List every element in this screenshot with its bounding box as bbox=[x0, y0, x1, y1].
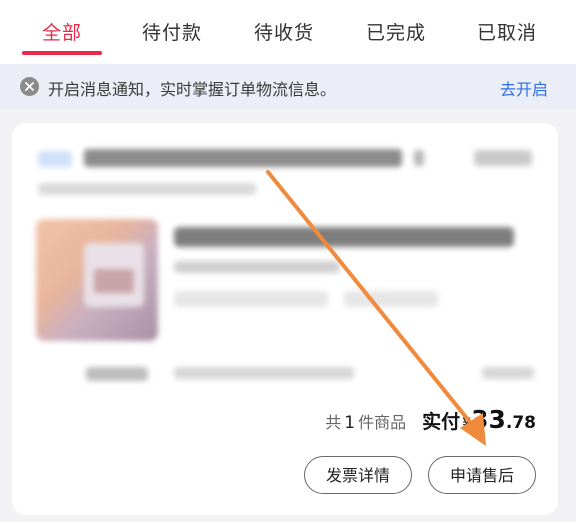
order-card[interactable]: 共 1 件商品 实付 ¥ 33 .78 发票详情 申请售后 bbox=[12, 123, 558, 515]
currency-symbol: ¥ bbox=[462, 416, 472, 432]
count-suffix: 件商品 bbox=[358, 413, 407, 432]
tab-cancelled[interactable]: 已取消 bbox=[477, 18, 537, 45]
product-tag-blurred-2 bbox=[344, 291, 438, 307]
order-number-blurred bbox=[38, 183, 256, 195]
notification-banner: 开启消息通知，实时掌握订单物流信息。 去开启 bbox=[0, 64, 576, 109]
count-number: 1 bbox=[344, 413, 356, 433]
product-spec-blurred bbox=[174, 261, 340, 273]
invoice-details-button[interactable]: 发票详情 bbox=[304, 456, 412, 494]
amount-decimal: .78 bbox=[505, 413, 536, 433]
shop-badge bbox=[38, 151, 72, 167]
apply-aftersale-button[interactable]: 申请售后 bbox=[428, 456, 536, 494]
order-status-blurred bbox=[474, 150, 532, 166]
notification-text: 开启消息通知，实时掌握订单物流信息。 bbox=[48, 80, 337, 99]
chevron-right-icon bbox=[414, 150, 424, 166]
amount-integer: 33 bbox=[471, 405, 506, 434]
tab-completed[interactable]: 已完成 bbox=[366, 18, 426, 45]
order-status-tabs: 全部 待付款 待收货 已完成 已取消 bbox=[0, 0, 576, 64]
blurred-order-details bbox=[12, 123, 558, 393]
order-total-row: 共 1 件商品 实付 ¥ 33 .78 bbox=[325, 405, 536, 435]
order-meta-extra-blurred bbox=[482, 367, 534, 379]
active-tab-indicator bbox=[22, 51, 102, 55]
order-meta-label-blurred bbox=[86, 367, 148, 381]
paid-label: 实付 bbox=[422, 411, 461, 433]
order-meta-value-blurred bbox=[174, 367, 354, 379]
count-prefix: 共 bbox=[325, 413, 342, 432]
tab-pending-receipt[interactable]: 待收货 bbox=[254, 18, 314, 45]
product-thumbnail[interactable] bbox=[36, 219, 158, 341]
item-count: 共 1 件商品 bbox=[325, 409, 406, 433]
enable-notifications-link[interactable]: 去开启 bbox=[500, 76, 548, 100]
product-title-blurred bbox=[174, 227, 514, 247]
close-circle-icon[interactable] bbox=[20, 77, 39, 96]
tab-all[interactable]: 全部 bbox=[42, 18, 82, 45]
thumbnail-detail-2 bbox=[94, 269, 134, 293]
product-tag-blurred bbox=[174, 291, 328, 307]
shop-name-blurred bbox=[84, 149, 402, 167]
tab-pending-payment[interactable]: 待付款 bbox=[142, 18, 202, 45]
